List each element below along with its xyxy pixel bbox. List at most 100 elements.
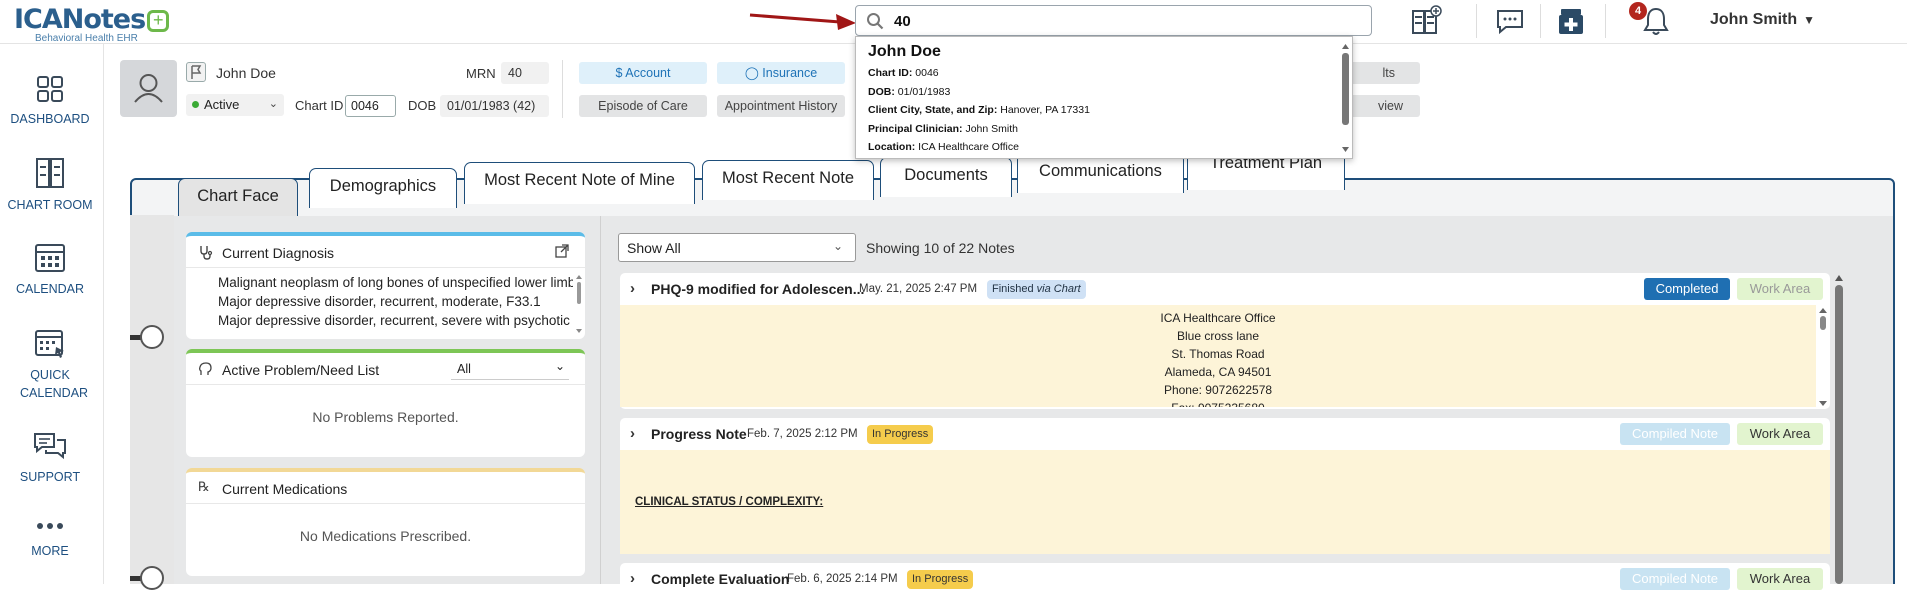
sidebar-item-chart-room[interactable]: CHART ROOM bbox=[0, 156, 100, 214]
tab-communications[interactable]: Communications bbox=[1017, 153, 1184, 193]
sidebar-item-support[interactable]: SUPPORT bbox=[0, 430, 100, 486]
dob-label: DOB bbox=[408, 98, 437, 113]
note-header[interactable]: › Progress Note Feb. 7, 2025 2:12 PM In … bbox=[620, 418, 1830, 450]
chevron-down-icon: ⌄ bbox=[268, 98, 278, 110]
stethoscope-icon bbox=[200, 246, 213, 260]
binder-ring bbox=[140, 325, 164, 349]
chevron-down-icon: ⌄ bbox=[832, 239, 843, 253]
flag-button[interactable] bbox=[186, 62, 206, 82]
search-icon bbox=[867, 13, 884, 30]
tab-treatment-plan[interactable]: Treatment Plan bbox=[1187, 154, 1345, 190]
chevron-right-icon[interactable]: › bbox=[630, 425, 635, 442]
work-area-button[interactable]: Work Area bbox=[1737, 278, 1823, 300]
episode-of-care-button[interactable]: Episode of Care bbox=[579, 95, 707, 117]
medications-card: ℞ Current Medications No Medications Pre… bbox=[186, 468, 585, 576]
note-header[interactable]: › PHQ-9 modified for Adolescen... May. 2… bbox=[620, 273, 1830, 305]
chart-id-value: 0046 bbox=[345, 95, 396, 117]
scrollbar[interactable] bbox=[575, 274, 583, 334]
compiled-note-button[interactable]: Compiled Note bbox=[1620, 423, 1730, 445]
appointment-history-button[interactable]: Appointment History bbox=[717, 95, 845, 117]
status-value: Active bbox=[204, 97, 240, 112]
dashboard-icon bbox=[37, 76, 63, 102]
more-icon bbox=[37, 523, 63, 529]
notes-filter-select[interactable]: Show All ⌄ bbox=[618, 233, 856, 262]
calendar-icon bbox=[35, 244, 65, 272]
divider bbox=[1540, 4, 1541, 38]
search-box[interactable] bbox=[855, 5, 1372, 36]
completed-button[interactable]: Completed bbox=[1644, 278, 1730, 300]
chevron-right-icon[interactable]: › bbox=[630, 570, 635, 587]
account-button[interactable]: $ Account bbox=[579, 62, 707, 84]
search-result-item[interactable]: John Doe Chart ID: 0046 DOB: 01/01/1983 … bbox=[868, 43, 1340, 157]
notes-count: Showing 10 of 22 Notes bbox=[866, 240, 1015, 256]
binder-strip bbox=[130, 215, 174, 584]
review-button[interactable]: view bbox=[1350, 95, 1420, 117]
dropdown-scrollbar[interactable] bbox=[1341, 43, 1350, 153]
work-area-button[interactable]: Work Area bbox=[1737, 568, 1823, 590]
annotation-arrow bbox=[749, 13, 856, 30]
note-address: ICA Healthcare Office Blue cross lane St… bbox=[1160, 311, 1276, 407]
logo-subtitle: Behavioral Health EHR bbox=[35, 33, 138, 44]
status-select[interactable]: Active ⌄ bbox=[186, 94, 284, 116]
sidebar-item-calendar[interactable]: CALENDAR bbox=[0, 240, 100, 298]
messages-icon[interactable] bbox=[1494, 5, 1526, 37]
insurance-label: Insurance bbox=[762, 66, 818, 80]
result-dob: DOB: 01/01/1983 bbox=[868, 85, 951, 98]
sidebar-item-dashboard[interactable]: DASHBOARD bbox=[0, 74, 100, 128]
notes-scrollbar[interactable] bbox=[1833, 273, 1845, 584]
scrollbar[interactable] bbox=[1818, 307, 1828, 407]
tab-chart-face[interactable]: Chart Face bbox=[178, 178, 298, 216]
support-icon bbox=[34, 433, 66, 460]
list-item: Malignant neoplasm of long bones of unsp… bbox=[218, 273, 573, 292]
head-icon bbox=[199, 362, 212, 375]
filter-value: All bbox=[457, 362, 471, 376]
note-title: PHQ-9 modified for Adolescen... bbox=[651, 281, 865, 297]
result-location: Location: ICA Healthcare Office bbox=[868, 141, 1019, 153]
user-menu[interactable]: John Smith ▼ bbox=[1710, 11, 1815, 29]
account-label: Account bbox=[625, 66, 671, 80]
note-card: › PHQ-9 modified for Adolescen... May. 2… bbox=[620, 273, 1830, 409]
insurance-button[interactable]: ◯ Insurance bbox=[717, 62, 845, 84]
problem-filter-select[interactable]: All ⌄ bbox=[451, 358, 569, 380]
patient-name: John Doe bbox=[216, 65, 276, 81]
tab-demographics[interactable]: Demographics bbox=[309, 168, 457, 208]
chart-room-add-icon[interactable] bbox=[1410, 5, 1442, 37]
avatar[interactable] bbox=[120, 60, 177, 117]
scroll-thumb[interactable] bbox=[1342, 53, 1349, 125]
current-diagnosis-card: Current Diagnosis Malignant neoplasm of … bbox=[186, 232, 585, 339]
external-link-icon[interactable] bbox=[555, 244, 569, 258]
logo-plus-icon: + bbox=[147, 10, 170, 32]
compiled-note-button[interactable]: Compiled Note bbox=[1620, 568, 1730, 590]
user-name: John Smith bbox=[1710, 11, 1798, 28]
sidebar-item-quick-calendar[interactable]: QUICK CALENDAR bbox=[0, 326, 100, 402]
result-clinician: Principal Clinician: John Smith bbox=[868, 122, 1018, 135]
mrn-value: 40 bbox=[501, 62, 549, 84]
empty-message: No Problems Reported. bbox=[312, 409, 459, 425]
tab-documents[interactable]: Documents bbox=[880, 157, 1012, 197]
chevron-right-icon[interactable]: › bbox=[630, 280, 635, 297]
status-badge: In Progress bbox=[907, 570, 974, 589]
divider bbox=[1605, 4, 1606, 38]
search-results-dropdown: John Doe Chart ID: 0046 DOB: 01/01/1983 … bbox=[855, 36, 1353, 159]
notification-badge: 4 bbox=[1629, 2, 1647, 20]
empty-message: No Medications Prescribed. bbox=[299, 528, 472, 544]
diagnosis-list: Malignant neoplasm of long bones of unsp… bbox=[186, 268, 585, 330]
sidebar-item-label: MORE bbox=[31, 544, 69, 558]
sidebar: DASHBOARD CHART ROOM CALENDAR QUICK CALE… bbox=[0, 44, 104, 584]
problem-list-card: Active Problem/Need List All ⌄ No Problem… bbox=[186, 349, 585, 457]
list-item: Major depressive disorder, recurrent, se… bbox=[218, 311, 573, 330]
card-title: Current Medications bbox=[186, 472, 585, 504]
tab-most-recent-note-of-mine[interactable]: Most Recent Note of Mine bbox=[464, 162, 695, 204]
result-name: John Doe bbox=[868, 43, 941, 60]
sidebar-item-more[interactable]: MORE bbox=[0, 520, 100, 560]
note-title: Progress Note bbox=[651, 426, 747, 442]
result-chart-id: Chart ID: 0046 bbox=[868, 67, 939, 79]
tab-most-recent-note[interactable]: Most Recent Note bbox=[702, 160, 874, 200]
logo[interactable]: ICANotes + Behavioral Health EHR bbox=[14, 4, 170, 44]
search-input[interactable] bbox=[894, 10, 1354, 32]
list-item: Major depressive disorder, recurrent, mo… bbox=[218, 292, 573, 311]
results-button[interactable]: lts bbox=[1350, 62, 1420, 84]
note-header[interactable]: › Complete Evaluation Feb. 6, 2025 2:14 … bbox=[620, 563, 1830, 595]
prescription-icon[interactable] bbox=[1555, 5, 1587, 37]
work-area-button[interactable]: Work Area bbox=[1737, 423, 1823, 445]
